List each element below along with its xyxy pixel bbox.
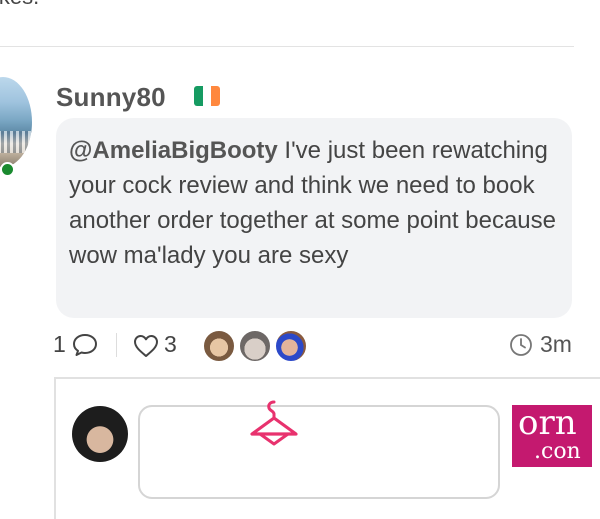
mention-link[interactable]: @AmeliaBigBooty	[69, 137, 278, 164]
commenter-avatar[interactable]	[0, 77, 32, 167]
comment-divider	[0, 46, 574, 47]
liker-avatar[interactable]	[202, 329, 236, 363]
comment-bubble-icon[interactable]	[72, 333, 98, 357]
action-separator	[116, 333, 117, 357]
commenter-username[interactable]: Sunny80	[56, 82, 166, 113]
comment-actions: 1 3 3m	[0, 325, 600, 365]
clock-icon	[510, 334, 532, 356]
like-count[interactable]: 3	[164, 331, 177, 358]
liker-avatar[interactable]	[238, 329, 272, 363]
reply-count[interactable]: 1	[53, 331, 66, 358]
hanger-icon	[250, 400, 298, 446]
country-flag-icon	[194, 86, 220, 106]
reply-input[interactable]	[138, 405, 500, 499]
heart-icon[interactable]	[132, 333, 160, 359]
previous-comment-text: ikes.	[0, 0, 39, 10]
online-status-dot	[0, 162, 15, 177]
ad-logo[interactable]: orn .con	[512, 405, 592, 467]
current-user-avatar	[72, 406, 128, 462]
comment-body: @AmeliaBigBooty I've just been rewatchin…	[69, 133, 569, 273]
liker-avatar[interactable]	[274, 329, 308, 363]
comment-time: 3m	[540, 331, 572, 357]
